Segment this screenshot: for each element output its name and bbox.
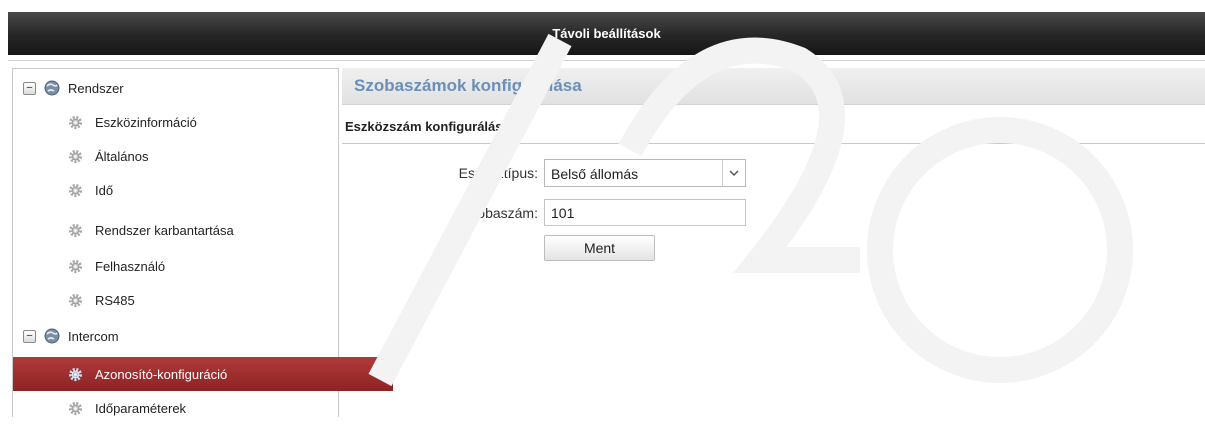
tree-item-label: Felhasználó [95,258,166,274]
tree-item-label: Idő [95,182,114,198]
tree-item-felhasznalo[interactable]: Felhasználó [13,249,393,283]
device-type-value: Belső állomás [551,166,639,182]
room-number-input[interactable] [544,199,746,226]
gear-icon [68,115,83,129]
content-header: Szobaszámok konfigurálása [342,68,1205,105]
device-type-label: Eszköztípus: [458,165,538,181]
tree-item-label: Rendszer karbantartása [95,222,234,238]
section-divider [342,143,1205,144]
gear-icon [68,293,83,307]
gear-icon [68,367,83,381]
section-title: Eszközszám konfigurálása [345,119,510,134]
window-title: Távoli beállítások [552,26,661,41]
tree-item-label: Azonosító-konfiguráció [95,366,228,382]
tree-item-eszkozinformacio[interactable]: Eszközinformáció [13,105,393,139]
room-number-label: Szobaszám: [460,205,538,221]
tree-item-label: RS485 [95,292,135,308]
gear-icon [68,223,83,237]
page-title: Szobaszámok konfigurálása [354,76,582,95]
tree-item-label: Időparaméterek [95,400,187,416]
tree-item-label: Eszközinformáció [95,114,197,130]
tree-item-azonosito-konfiguracio[interactable]: Azonosító-konfiguráció [13,357,393,391]
window-title-bar: Távoli beállítások [8,12,1205,55]
chevron-down-icon[interactable] [722,160,745,186]
tree-item-rendszer-karbantartasa[interactable]: Rendszer karbantartása [13,213,393,247]
tree-item-altalanos[interactable]: Általános [13,139,393,173]
device-type-select[interactable]: Belső állomás [544,159,746,187]
globe-icon [44,328,60,344]
tree-group-rendszer[interactable]: − Rendszer [13,71,348,105]
tree-item-idoparameterek[interactable]: Időparaméterek [13,391,393,425]
gear-icon [68,149,83,163]
collapse-icon[interactable]: − [23,329,36,343]
sidebar-tree: − Rendszer Eszközinformáció Általános Id… [12,68,393,417]
gear-icon [68,401,83,415]
tree-item-ido[interactable]: Idő [13,173,393,207]
tree-item-rs485[interactable]: RS485 [13,283,393,317]
save-button[interactable]: Ment [544,235,655,261]
tree-group-label: Intercom [68,328,119,344]
globe-icon [44,80,60,96]
gear-icon [68,259,83,273]
tree-item-label: Általános [95,148,149,164]
collapse-icon[interactable]: − [23,81,36,95]
tree-group-label: Rendszer [68,80,124,96]
tree-group-intercom[interactable]: − Intercom [13,319,348,353]
gear-icon [68,183,83,197]
